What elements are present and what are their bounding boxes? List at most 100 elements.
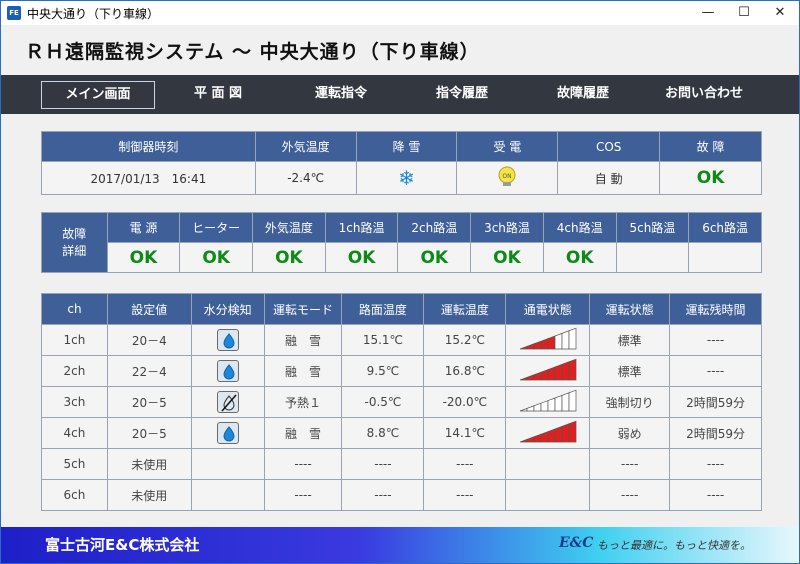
power-level-segment xyxy=(568,389,577,411)
power-level-segment xyxy=(554,425,563,442)
water-drop-off-icon xyxy=(216,391,239,413)
main-content: 制御器時刻 外気温度 降 雪 受 電 COS 故 障 2017/01/13 16… xyxy=(1,114,799,527)
moisture-cell xyxy=(190,386,265,418)
power-level-segment xyxy=(561,422,570,442)
table-row: 3ch 20－5 予熱１ -0.5℃ -20.0℃ 強制切り 2時間59分 xyxy=(41,386,762,418)
power-level-segment xyxy=(540,368,549,380)
power-level-segment xyxy=(547,396,556,411)
road-temp-cell: -0.5℃ xyxy=(341,386,425,418)
power-level-segment xyxy=(540,337,549,349)
water-drop-icon xyxy=(216,329,239,351)
ch-header-mode: 運転モード xyxy=(263,293,343,325)
remaining-cell: ---- xyxy=(669,448,762,480)
road-temp-cell: 15.1℃ xyxy=(341,324,425,356)
ch-cell: 6ch xyxy=(41,479,108,511)
power-level-segment xyxy=(561,360,570,380)
nav-bar: メイン画面 平 面 図 運転指令 指令履歴 故障履歴 お問い合わせ xyxy=(1,75,799,114)
power-level-segment xyxy=(519,438,528,442)
power-level-segment xyxy=(561,329,570,349)
mode-cell: 融 雪 xyxy=(263,417,343,449)
setting-cell: 20－4 xyxy=(106,324,192,356)
svg-text:ON: ON xyxy=(503,173,512,180)
moisture-cell xyxy=(190,324,265,356)
road-temp-cell: ---- xyxy=(341,479,425,511)
mode-cell: 融 雪 xyxy=(263,355,343,387)
power-level-segment xyxy=(533,340,542,349)
fd-header-6ch: 6ch路温 xyxy=(688,212,762,243)
header-power-receive: 受 電 xyxy=(456,131,559,162)
maximize-icon[interactable]: ☐ xyxy=(727,1,761,25)
channel-table: ch 設定値 水分検知 運転モード 路面温度 運転温度 通電状態 運転状態 運転… xyxy=(41,293,762,511)
minimize-icon[interactable]: — xyxy=(691,1,725,25)
ch-cell: 4ch xyxy=(41,417,108,449)
moisture-cell xyxy=(190,479,265,511)
ch-header-power-state: 通電状態 xyxy=(505,293,591,325)
outside-temp-value: -2.4℃ xyxy=(254,161,357,195)
power-level-segment xyxy=(554,394,563,411)
close-icon[interactable]: ✕ xyxy=(763,1,797,25)
fd-value-heater: OK xyxy=(179,242,254,273)
nav-main-screen[interactable]: メイン画面 xyxy=(41,81,155,109)
ch-cell: 5ch xyxy=(41,448,108,480)
power-level-segment xyxy=(526,435,535,442)
power-level-segment xyxy=(554,332,563,349)
power-level-segment xyxy=(526,373,535,380)
fd-value-5ch xyxy=(615,242,690,273)
power-level-segment xyxy=(519,345,528,349)
nav-command-history[interactable]: 指令履歴 xyxy=(417,81,507,109)
fd-value-3ch: OK xyxy=(470,242,544,273)
table-row: 1ch 20－4 融 雪 15.1℃ 15.2℃ 標準 ---- xyxy=(41,324,762,356)
run-state-cell: 強制切り xyxy=(589,386,671,418)
table-row: 5ch 未使用 ---- ---- ---- ---- ---- xyxy=(41,448,762,480)
water-drop-icon xyxy=(216,422,239,444)
mode-cell: 融 雪 xyxy=(263,324,343,356)
window-title: 中央大通り（下り車線） xyxy=(27,7,160,21)
power-level-icon xyxy=(519,327,577,349)
fd-header-2ch: 2ch路温 xyxy=(397,212,472,243)
controller-time-value: 2017/01/13 16:41 xyxy=(41,161,256,195)
power-state-cell xyxy=(505,448,591,480)
power-level-segment xyxy=(568,358,577,380)
nav-fault-history[interactable]: 故障履歴 xyxy=(537,81,629,109)
ch-header-road-temp: 路面温度 xyxy=(341,293,425,325)
moisture-cell xyxy=(190,355,265,387)
setting-cell: 20－5 xyxy=(106,417,192,449)
fault-detail-label: 故障詳細 xyxy=(41,212,108,273)
nav-contact[interactable]: お問い合わせ xyxy=(653,81,755,109)
app-icon: FE xyxy=(7,6,21,20)
nav-operation-command[interactable]: 運転指令 xyxy=(295,81,387,109)
power-level-segment xyxy=(547,427,556,442)
fd-header-3ch: 3ch路温 xyxy=(470,212,544,243)
power-receive-cell: ON xyxy=(456,161,559,195)
road-temp-cell: 8.8℃ xyxy=(341,417,425,449)
power-state-cell xyxy=(505,324,591,356)
ch-header-run-state: 運転状態 xyxy=(589,293,671,325)
power-level-segment xyxy=(554,363,563,380)
header-cos: COS xyxy=(557,131,661,162)
power-level-segment xyxy=(533,402,542,411)
run-temp-cell: 14.1℃ xyxy=(423,417,507,449)
moisture-cell xyxy=(190,417,265,449)
fault-detail-table: 故障詳細 電 源 ヒーター 外気温度 1ch路温 2ch路温 3ch路温 4ch… xyxy=(41,212,762,273)
snowfall-cell: ❄ xyxy=(355,161,458,195)
fd-value-6ch xyxy=(688,242,762,273)
table-row: 6ch 未使用 ---- ---- ---- ---- ---- xyxy=(41,479,762,511)
power-level-segment xyxy=(547,365,556,380)
fd-header-outside-temp: 外気温度 xyxy=(252,212,326,243)
power-state-cell xyxy=(505,386,591,418)
power-level-segment xyxy=(526,404,535,411)
power-level-segment xyxy=(547,334,556,349)
ch-cell: 1ch xyxy=(41,324,108,356)
power-level-icon xyxy=(519,389,577,411)
fd-value-power: OK xyxy=(106,242,181,273)
table-row: 4ch 20－5 融 雪 8.8℃ 14.1℃ 弱め 2時間59分 xyxy=(41,417,762,449)
nav-floor-plan[interactable]: 平 面 図 xyxy=(173,81,263,109)
fd-value-4ch: OK xyxy=(542,242,617,273)
run-state-cell: 標準 xyxy=(589,324,671,356)
power-state-cell xyxy=(505,479,591,511)
power-level-icon xyxy=(519,358,577,380)
ch-cell: 2ch xyxy=(41,355,108,387)
power-level-segment xyxy=(526,342,535,349)
fd-value-outside-temp: OK xyxy=(252,242,326,273)
company-name: 富士古河E&C株式会社 xyxy=(45,536,200,554)
